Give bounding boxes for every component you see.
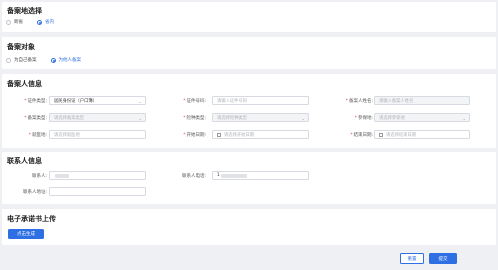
target-radio-group: 为自己备案 为他人备案 [6, 57, 95, 63]
contact-address-input[interactable] [49, 187, 146, 196]
insurance-type-label: *险种类型: [183, 116, 206, 121]
generate-button[interactable]: 点击生成 [8, 229, 44, 239]
reset-button[interactable]: 重置 [400, 253, 424, 264]
end-date-picker[interactable]: 请选择结束日期 [374, 130, 470, 139]
name-input[interactable]: 请输入备案人姓名 [374, 96, 470, 105]
submit-button[interactable]: 提交 [429, 253, 457, 264]
radio-option-in-province[interactable]: 省内 [37, 19, 54, 25]
upload-section: 电子承诺书上传 点击生成 [2, 209, 496, 245]
id-type-label: *证件类型: [24, 99, 47, 104]
insured-area-select[interactable]: 请选择参保地 ⌄ [374, 113, 470, 122]
end-date-label: *结束日期: [350, 133, 373, 138]
contact-name-label: 联系人: [31, 174, 47, 179]
id-number-input[interactable]: 请输入证件号码 [212, 96, 309, 105]
residence-label: *就医地: [28, 133, 47, 138]
contact-phone-label: 联系人电话: [181, 174, 206, 179]
radio-label: 为他人备案 [58, 58, 82, 63]
contact-section: 联系人信息 联系人: 联系人电话: 1 联系人地址: [2, 152, 496, 204]
location-section-title: 备案地选择 [7, 7, 42, 15]
radio-circle [6, 57, 11, 63]
target-section: 备案对象 为自己备案 为他人备案 [2, 37, 496, 69]
location-radio-group: 跨省 省内 [6, 19, 68, 25]
redacted-text [220, 173, 247, 178]
calendar-icon [379, 132, 383, 137]
insured-area-label: *参保地: [354, 116, 373, 121]
radio-circle [37, 19, 42, 25]
radio-option-cross-province[interactable]: 跨省 [6, 19, 23, 25]
id-number-label: *证件号码: [183, 99, 206, 104]
contact-section-title: 联系人信息 [7, 157, 42, 165]
calendar-icon [217, 132, 221, 137]
start-date-picker[interactable]: 请选择开始日期 [212, 130, 309, 139]
location-section: 备案地选择 跨省 省内 [2, 2, 496, 32]
redacted-text [55, 173, 69, 178]
person-section-title: 备案人信息 [7, 80, 42, 88]
upload-section-title: 电子承诺书上传 [7, 215, 56, 223]
target-section-title: 备案对象 [7, 43, 35, 51]
person-section: 备案人信息 *证件类型: 居民身份证（户口簿） ⌄ *证件号码: 请输入证件号码… [2, 74, 496, 148]
radio-option-others[interactable]: 为他人备案 [50, 57, 82, 63]
radio-label: 省内 [45, 20, 54, 25]
chevron-down-icon: ⌄ [138, 116, 142, 121]
chevron-down-icon: ⌄ [462, 116, 466, 121]
radio-circle [6, 19, 11, 25]
radio-option-self[interactable]: 为自己备案 [6, 57, 37, 63]
contact-address-label: 联系人地址: [22, 190, 47, 195]
radio-label: 为自己备案 [14, 58, 37, 63]
radio-label: 跨省 [14, 20, 23, 25]
chevron-down-icon: ⌄ [301, 116, 305, 121]
chevron-down-icon: ⌄ [138, 99, 142, 104]
start-date-label: *开始日期: [183, 133, 206, 138]
insurance-type-select[interactable]: 请选择险种类型 ⌄ [212, 113, 309, 122]
contact-phone-input[interactable]: 1 [212, 171, 309, 180]
category-select[interactable]: 请选择备案类型 ⌄ [49, 113, 146, 122]
id-type-select[interactable]: 居民身份证（户口簿） ⌄ [49, 96, 146, 105]
radio-circle [50, 57, 56, 63]
name-label: *备案人姓名: [345, 99, 373, 104]
contact-name-input[interactable] [49, 171, 146, 180]
residence-select[interactable]: 请选择就医地 [49, 130, 146, 139]
category-label: *备案类型: [24, 116, 47, 121]
